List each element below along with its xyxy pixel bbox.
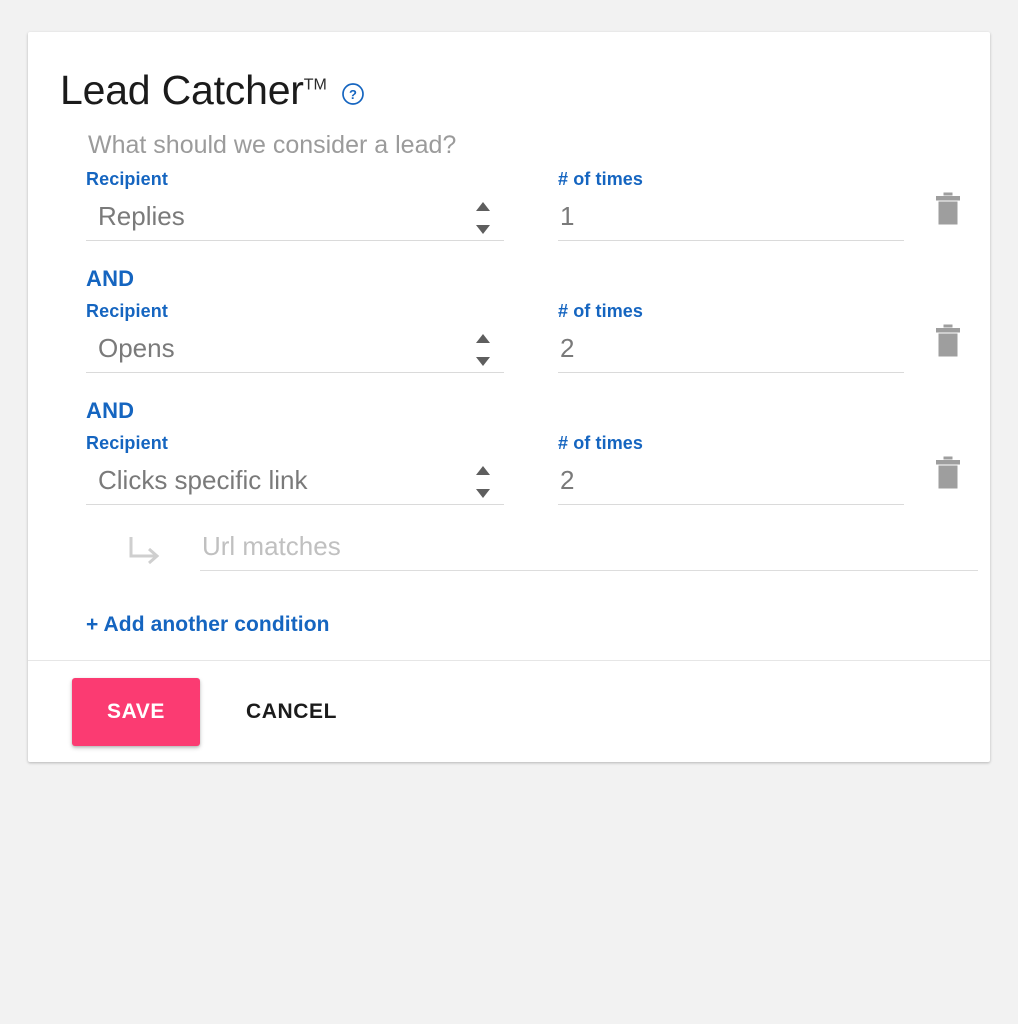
save-button[interactable]: SAVE — [72, 677, 200, 746]
help-circle-icon[interactable]: ? — [341, 82, 365, 106]
condition-row-3: Recipient Clicks specific link # of time… — [28, 432, 990, 516]
trash-icon[interactable] — [933, 456, 963, 490]
chevron-down-icon — [476, 225, 490, 234]
svg-text:?: ? — [349, 87, 357, 102]
spinner-arrows-icon[interactable] — [476, 466, 490, 498]
recipient-label-1: Recipient — [86, 169, 168, 189]
and-separator-2: AND — [86, 398, 135, 423]
chevron-down-icon — [476, 357, 490, 366]
card-body: Lead CatcherTM ? What should we consider… — [28, 32, 990, 660]
chevron-up-icon — [476, 202, 490, 211]
lead-catcher-card: Lead CatcherTM ? What should we consider… — [28, 32, 990, 762]
section-question: What should we consider a lead? — [88, 131, 457, 159]
recipient-label-3: Recipient — [86, 433, 168, 453]
times-input-1[interactable]: 1 — [558, 196, 904, 241]
times-input-value-3: 2 — [560, 465, 575, 495]
times-input-3[interactable]: 2 — [558, 460, 904, 505]
spinner-arrows-icon[interactable] — [476, 334, 490, 366]
recipient-select-1[interactable]: Replies — [86, 196, 504, 241]
url-matches-placeholder: Url matches — [202, 531, 341, 561]
recipient-field-1: Recipient Replies — [86, 168, 504, 241]
times-field-2: # of times 2 — [558, 300, 904, 373]
trash-icon[interactable] — [933, 324, 963, 358]
trash-icon[interactable] — [933, 192, 963, 226]
recipient-select-3[interactable]: Clicks specific link — [86, 460, 504, 505]
and-separator-1: AND — [86, 266, 135, 291]
recipient-field-2: Recipient Opens — [86, 300, 504, 373]
recipient-select-value-1: Replies — [98, 201, 185, 231]
times-label-2: # of times — [558, 301, 644, 321]
condition-row-2: Recipient Opens # of times 2 — [28, 300, 990, 384]
cancel-button[interactable]: CANCEL — [238, 678, 345, 746]
url-condition-row: Url matches — [28, 522, 990, 594]
recipient-label-2: Recipient — [86, 301, 168, 321]
spinner-arrows-icon[interactable] — [476, 202, 490, 234]
add-another-condition-link[interactable]: + Add another condition — [86, 612, 330, 638]
recipient-select-value-3: Clicks specific link — [98, 465, 308, 495]
times-input-2[interactable]: 2 — [558, 328, 904, 373]
recipient-select-2[interactable]: Opens — [86, 328, 504, 373]
page-title-text: Lead Catcher — [60, 67, 304, 113]
chevron-up-icon — [476, 334, 490, 343]
times-label-1: # of times — [558, 169, 644, 189]
sub-arrow-icon — [129, 537, 160, 565]
page-title: Lead CatcherTM — [60, 68, 327, 113]
card-header: Lead CatcherTM ? — [28, 32, 990, 113]
times-input-value-1: 1 — [560, 201, 575, 231]
card-footer: SAVE CANCEL — [28, 660, 990, 762]
recipient-field-3: Recipient Clicks specific link — [86, 432, 504, 505]
chevron-up-icon — [476, 466, 490, 475]
url-matches-input[interactable]: Url matches — [200, 526, 978, 571]
condition-row-1: Recipient Replies # of times 1 — [28, 168, 990, 252]
chevron-down-icon — [476, 489, 490, 498]
times-field-3: # of times 2 — [558, 432, 904, 505]
recipient-select-value-2: Opens — [98, 333, 175, 363]
times-label-3: # of times — [558, 433, 644, 453]
times-input-value-2: 2 — [560, 333, 575, 363]
page-root: Lead CatcherTM ? What should we consider… — [0, 0, 1018, 1024]
times-field-1: # of times 1 — [558, 168, 904, 241]
trademark-mark: TM — [303, 76, 327, 94]
